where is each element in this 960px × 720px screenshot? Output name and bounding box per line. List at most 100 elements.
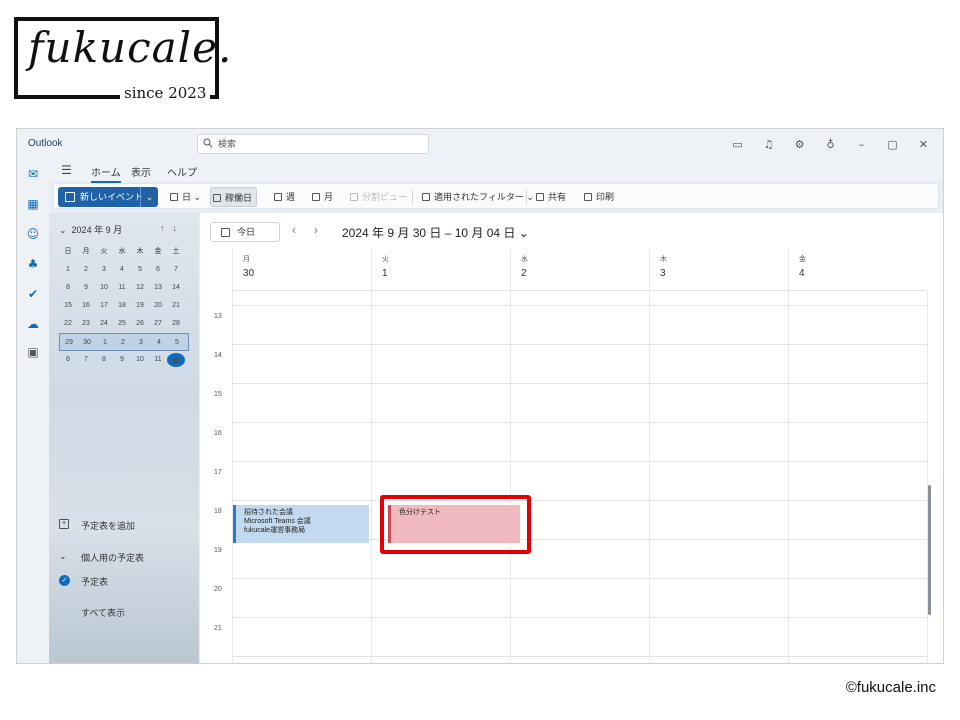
day-column-header[interactable]: 火1 [371, 249, 510, 291]
apps-icon[interactable]: ▣ [26, 345, 40, 359]
mini-calendar-day[interactable]: 8 [95, 351, 113, 369]
calendar-icon[interactable]: ▦ [26, 197, 40, 211]
date-range-title[interactable]: 2024 年 9 月 30 日 – 10 月 04 日 ⌄ [342, 224, 529, 241]
day-column-header[interactable]: 木3 [649, 249, 788, 291]
today-button[interactable]: 今日 [210, 222, 280, 242]
mini-calendar-day[interactable]: 9 [113, 351, 131, 369]
mini-calendar-day[interactable]: 10 [131, 351, 149, 369]
mini-calendar-day[interactable]: 4 [113, 261, 131, 279]
day-of-week: 月 [243, 256, 250, 263]
maximize-icon[interactable]: ▢ [877, 135, 908, 153]
calendar-item[interactable]: ✓ 予定表 [59, 575, 108, 588]
onedrive-icon[interactable]: ☁ [26, 317, 40, 331]
event-title: 招待された会議 [244, 509, 293, 516]
day-column-header[interactable]: 月 30 [232, 249, 371, 291]
split-view-button[interactable]: 分割ビュー [348, 187, 407, 207]
meet-now-icon[interactable]: ▭ [722, 135, 753, 153]
mini-calendar-day[interactable]: 28 [167, 315, 185, 333]
mini-calendar-day[interactable]: 13 [149, 279, 167, 297]
event-invited-meeting[interactable]: 招待された会議 Microsoft Teams 会議 fukucale運営事務局 [233, 505, 369, 543]
mini-calendar-day[interactable]: 11 [149, 351, 167, 369]
mini-calendar-day[interactable]: 19 [131, 297, 149, 315]
mail-icon[interactable]: ✉ [26, 167, 40, 181]
todo-icon[interactable]: ✔ [26, 287, 40, 301]
minimize-icon[interactable]: – [846, 135, 877, 153]
mini-calendar-day[interactable]: 27 [149, 315, 167, 333]
groups-icon[interactable]: ♣ [26, 257, 40, 271]
calendar-group-header[interactable]: ⌄ 個人用の予定表 [59, 551, 144, 564]
week-nav-arrows[interactable]: ‹› [292, 223, 336, 237]
new-event-button[interactable]: 新しいイベント ⌄ [58, 187, 158, 207]
mini-calendar-day[interactable]: 21 [167, 297, 185, 315]
mini-calendar-day[interactable]: 29 [60, 334, 78, 350]
mini-calendar-month[interactable]: ⌄ 2024 年 9 月 [59, 223, 122, 236]
tab-view[interactable]: 表示 [131, 164, 151, 179]
work-week-view-button[interactable]: 稼働日 [210, 187, 258, 207]
hour-gridline [232, 422, 927, 423]
left-pane: ⌄ 2024 年 9 月 ↑↓ 日 月 火 水 木 金 土 1234567891… [49, 213, 199, 663]
mini-calendar-day[interactable]: 7 [77, 351, 95, 369]
gear-icon[interactable]: ⚙ [784, 135, 815, 153]
mini-calendar-day[interactable]: 24 [95, 315, 113, 333]
mini-calendar-weekdays: 日 月 火 水 木 金 土 [59, 243, 189, 261]
mini-calendar-day[interactable]: 16 [77, 297, 95, 315]
mini-calendar-day[interactable]: 10 [95, 279, 113, 297]
filter-button[interactable]: 適用されたフィルター ⌄ [420, 187, 534, 207]
mini-calendar-day[interactable]: 26 [131, 315, 149, 333]
mini-calendar-nav[interactable]: ↑↓ [160, 223, 185, 233]
week-label: 週 [286, 192, 296, 202]
mini-calendar-day[interactable]: 3 [132, 334, 150, 350]
print-button[interactable]: 印刷 [582, 187, 614, 207]
mini-calendar-day[interactable]: 22 [59, 315, 77, 333]
people-icon[interactable]: ☺ [26, 227, 40, 241]
mini-calendar-day[interactable]: 2 [114, 334, 132, 350]
mini-calendar-day[interactable]: 11 [113, 279, 131, 297]
mini-calendar-day[interactable]: 8 [59, 279, 77, 297]
day-column-header[interactable]: 水2 [510, 249, 649, 291]
mini-calendar-day[interactable]: 5 [131, 261, 149, 279]
close-icon[interactable]: ✕ [908, 135, 939, 153]
mini-calendar-day[interactable]: 14 [167, 279, 185, 297]
tab-help[interactable]: ヘルプ [167, 164, 197, 179]
mini-calendar-day[interactable]: 2 [77, 261, 95, 279]
search-input[interactable]: 検索 [197, 134, 429, 154]
day-of-week: 火 [382, 256, 389, 263]
vertical-scrollbar[interactable] [928, 485, 931, 615]
day-view-button[interactable]: 日 ⌄ [168, 187, 201, 207]
mini-calendar-day[interactable]: 4 [150, 334, 168, 350]
mini-calendar-day[interactable]: 17 [95, 297, 113, 315]
lightbulb-icon[interactable]: ♁ [815, 135, 846, 153]
mini-calendar-day[interactable]: 18 [113, 297, 131, 315]
mini-calendar-day[interactable]: 1 [59, 261, 77, 279]
show-all-link[interactable]: すべて表示 [81, 606, 125, 619]
tab-home[interactable]: ホーム [91, 164, 121, 183]
bell-icon[interactable]: ♫ [753, 135, 784, 153]
mini-calendar-day[interactable]: 30 [78, 334, 96, 350]
mini-calendar-day[interactable]: 6 [149, 261, 167, 279]
share-button[interactable]: 共有 [534, 187, 566, 207]
hamburger-icon[interactable]: ☰ [61, 163, 72, 177]
day-column-header[interactable]: 金4 [788, 249, 927, 291]
chevron-down-icon[interactable]: ⌄ [140, 187, 158, 207]
split-view-icon [350, 193, 358, 201]
mini-calendar-day[interactable]: 15 [59, 297, 77, 315]
add-calendar-button[interactable]: + 予定表を追加 [59, 519, 135, 532]
mini-calendar-day[interactable]: 12 [131, 279, 149, 297]
day-column-divider [232, 291, 233, 663]
month-view-button[interactable]: 月 [310, 187, 333, 207]
mini-calendar-day[interactable]: 7 [167, 261, 185, 279]
mini-calendar-day[interactable]: 9 [77, 279, 95, 297]
mini-calendar-day[interactable]: 23 [77, 315, 95, 333]
hour-gridline [232, 383, 927, 384]
day-number: 30 [243, 268, 255, 279]
mini-calendar-day[interactable]: 12 [167, 351, 185, 369]
mini-calendar-day[interactable]: 3 [95, 261, 113, 279]
mini-calendar-day[interactable]: 6 [59, 351, 77, 369]
print-icon [584, 193, 592, 201]
mini-calendar-day[interactable]: 1 [96, 334, 114, 350]
mini-calendar-day[interactable]: 5 [168, 334, 186, 350]
mini-calendar-day[interactable]: 25 [113, 315, 131, 333]
week-view-button[interactable]: 週 [272, 187, 295, 207]
mini-calendar-day[interactable]: 20 [149, 297, 167, 315]
day-number: 4 [799, 268, 805, 279]
